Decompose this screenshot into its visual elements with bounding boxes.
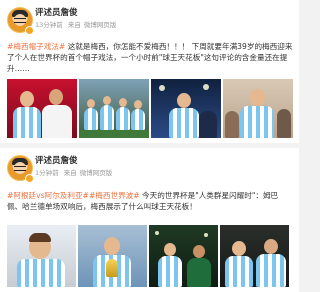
hashtag-link[interactable]: #阿根廷vs阿尔及利亚# bbox=[7, 191, 89, 200]
post-text: #阿根廷vs阿尔及利亚##梅西世界波# 今天的世界杯是"人类群星闪耀时"：姆巴佩… bbox=[7, 190, 293, 212]
hashtag-link[interactable]: #梅西帽子戏法# bbox=[7, 42, 65, 51]
messi-and-teammate-night-photo[interactable] bbox=[220, 225, 289, 287]
weibo-post-card: 评述员詹俊 1分钟前 来自 微博网页版 #阿根廷vs阿尔及利亚##梅西世界波# 今… bbox=[0, 148, 299, 292]
post-client: 微博网页版 bbox=[79, 169, 113, 177]
verified-badge-icon bbox=[25, 26, 34, 35]
post-client: 微博网页版 bbox=[83, 21, 117, 29]
post-source-label: 来自 bbox=[67, 21, 81, 29]
post-meta: 13分钟前 来自 微博网页版 bbox=[35, 19, 119, 29]
post-username[interactable]: 评述员詹俊 bbox=[35, 6, 78, 18]
verified-badge-icon bbox=[25, 174, 34, 183]
post-text: #梅西帽子戏法# 这就是梅西，你怎能不爱梅西！！！ 下周就要年满39岁的梅西迎来… bbox=[7, 41, 293, 74]
photo-grid bbox=[7, 225, 289, 287]
avatar-glasses bbox=[14, 166, 26, 171]
weibo-post-card: 评述员詹俊 13分钟前 来自 微博网页版 #梅西帽子戏法# 这就是梅西，你怎能不爱… bbox=[0, 0, 299, 143]
photo-grid bbox=[7, 79, 293, 138]
messi-night-match-photo[interactable] bbox=[151, 79, 221, 138]
post-source-label: 来自 bbox=[63, 169, 77, 177]
messi-closeup-photo[interactable] bbox=[7, 225, 76, 287]
messi-with-trophy-photo[interactable] bbox=[78, 225, 147, 287]
messi-scoring-photo[interactable] bbox=[149, 225, 218, 287]
post-time[interactable]: 13分钟前 bbox=[35, 21, 63, 29]
post-time[interactable]: 1分钟前 bbox=[35, 169, 59, 177]
messi-crowd-photo[interactable] bbox=[223, 79, 293, 138]
post-meta: 1分钟前 来自 微博网页版 bbox=[35, 167, 115, 177]
team-celebration-photo[interactable] bbox=[79, 79, 149, 138]
avatar-glasses bbox=[14, 18, 26, 23]
messi-and-teammate-photo[interactable] bbox=[7, 79, 77, 138]
post-username[interactable]: 评述员詹俊 bbox=[35, 154, 78, 166]
hashtag-link[interactable]: #梅西世界波# bbox=[89, 191, 140, 200]
